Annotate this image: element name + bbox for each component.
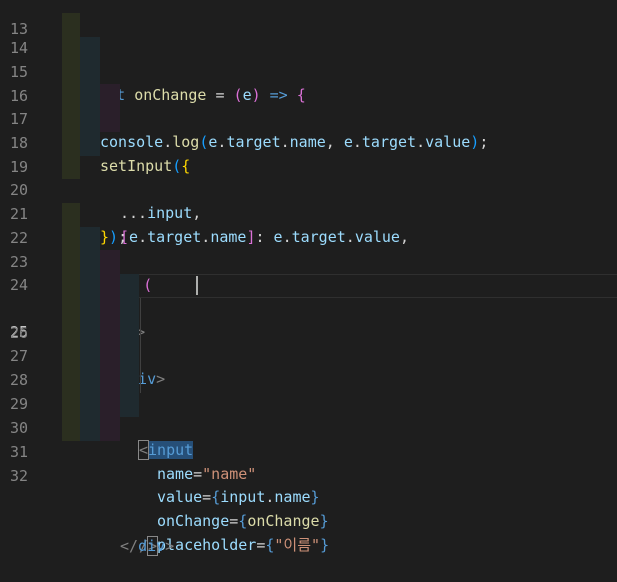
code-line: 22 return ( xyxy=(0,203,617,294)
code-line: 19 }); xyxy=(0,132,617,246)
code-line: 15 console.log(e.target.name, e.target.v… xyxy=(0,37,617,151)
code-line: 23 <div> xyxy=(0,227,617,341)
code-line: 21 xyxy=(0,179,617,223)
code-line: 29 placeholder={"이름"} xyxy=(0,369,617,554)
code-line: 20 }; xyxy=(0,155,617,246)
code-text: name="name" xyxy=(157,465,257,484)
code-line: 16 setInput({ xyxy=(0,61,617,175)
code-line: 18 [e.target.name]: e.target.value, xyxy=(0,108,617,246)
code-line: 31 </div> xyxy=(0,417,617,555)
code-line: 32 xyxy=(0,441,617,485)
line-number: 32 xyxy=(9,466,28,485)
code-line: 30 /> xyxy=(0,393,617,556)
current-line-highlight xyxy=(62,274,617,298)
code-line: 17 ...input, xyxy=(0,84,617,222)
code-line: 24 <div> xyxy=(0,250,617,388)
text-cursor xyxy=(196,276,198,295)
code-text: </div> xyxy=(120,536,175,555)
code-editor[interactable]: 13 14 const onChange = (e) => { 15 conso… xyxy=(0,0,617,556)
code-text: placeholder={"이름"} xyxy=(157,536,330,555)
code-text: value={input.name} xyxy=(157,488,320,507)
code-line: 27 value={input.name} xyxy=(0,321,617,506)
code-text: onChange={onChange} xyxy=(157,512,329,531)
code-line: 28 onChange={onChange} xyxy=(0,345,617,530)
code-line: 14 const onChange = (e) => { xyxy=(0,13,617,104)
code-line: 26 name="name" xyxy=(0,298,617,483)
code-line-active: 25 <input xyxy=(0,274,617,461)
